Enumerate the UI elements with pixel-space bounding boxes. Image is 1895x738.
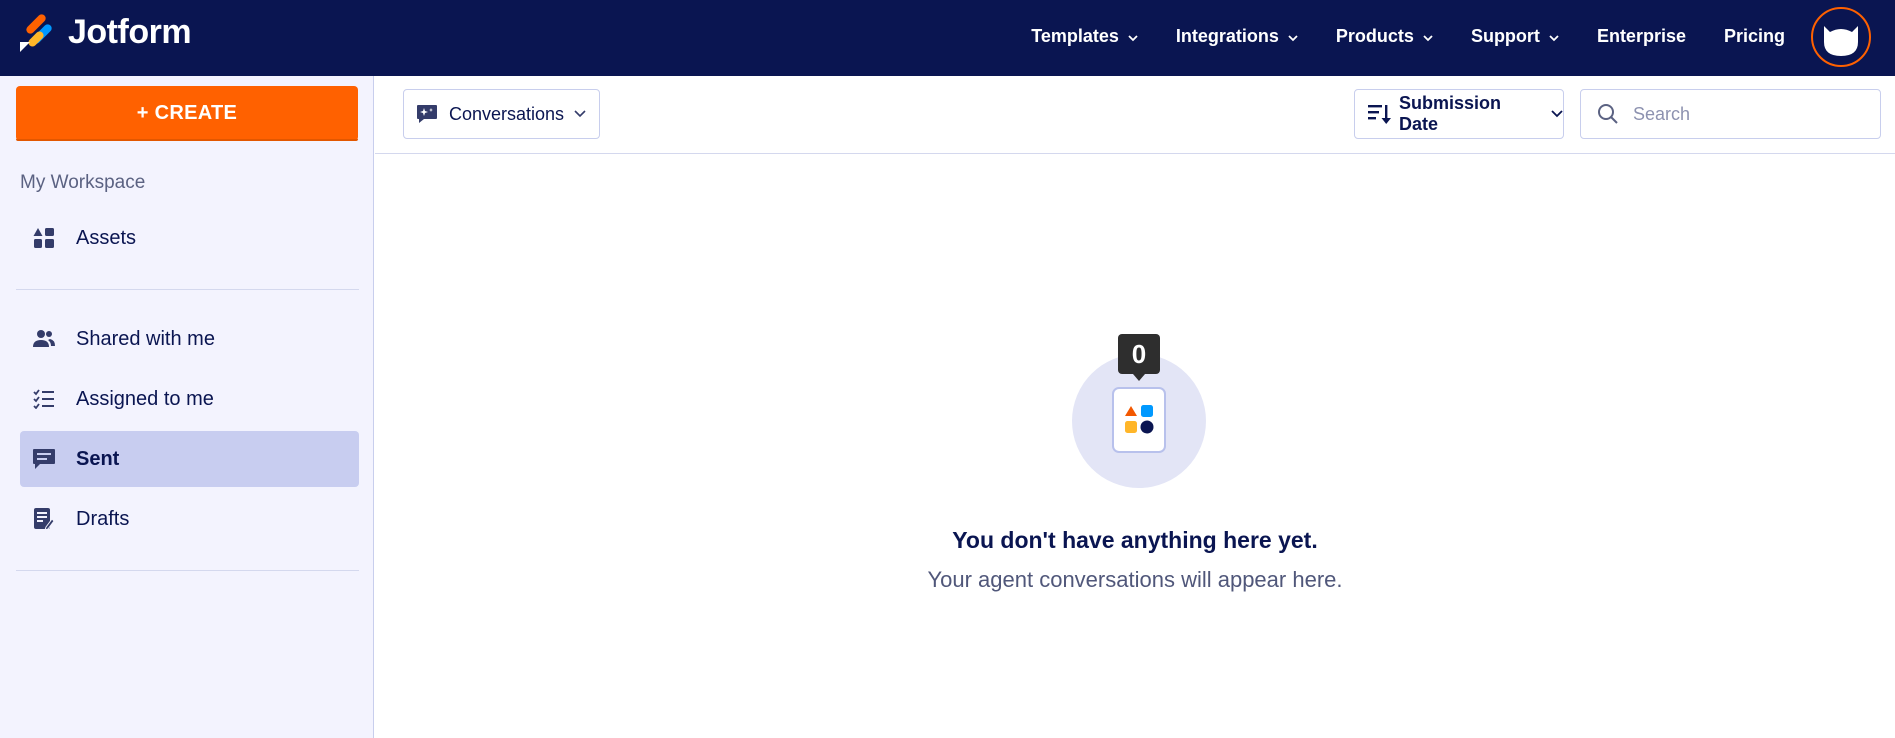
sidebar-divider <box>16 289 359 290</box>
nav-support[interactable]: Support <box>1471 26 1559 47</box>
user-avatar-button[interactable] <box>1811 7 1871 67</box>
chevron-down-icon <box>574 105 586 123</box>
nav-pricing-label: Pricing <box>1723 25 1785 46</box>
toolbar: Conversations Submission Date <box>375 76 1895 154</box>
nav-integrations-label: Integrations <box>1175 25 1279 46</box>
nav-enterprise[interactable]: Enterprise <box>1597 26 1686 47</box>
nav-support-label: Support <box>1470 25 1540 46</box>
nav-enterprise-label: Enterprise <box>1596 25 1686 46</box>
draft-icon <box>30 505 58 533</box>
jotform-logo-icon <box>18 13 52 52</box>
chevron-down-icon <box>1549 26 1559 47</box>
search-input[interactable] <box>1633 103 1853 125</box>
sidebar-item-label: Assets <box>76 226 137 249</box>
nav-templates[interactable]: Templates <box>1031 26 1138 47</box>
conversations-filter-dropdown[interactable]: Conversations <box>403 89 600 139</box>
chevron-down-icon <box>1423 26 1433 47</box>
sidebar-item-label: Sent <box>76 447 120 470</box>
chevron-down-icon <box>1288 26 1298 47</box>
sort-dropdown[interactable]: Submission Date <box>1354 89 1564 139</box>
nav-products[interactable]: Products <box>1336 26 1433 47</box>
count-badge: 0 <box>1118 334 1160 381</box>
search-icon <box>1597 103 1619 125</box>
empty-state-illustration: 0 <box>1072 334 1208 488</box>
empty-state: 0 You don't have anything here yet. Your… <box>375 154 1895 738</box>
brand-name: Jotform <box>68 13 192 51</box>
sidebar-item-label: Shared with me <box>76 327 215 350</box>
chat-icon <box>30 445 58 473</box>
conversations-filter-label: Conversations <box>449 103 565 124</box>
apps-icon <box>1112 387 1166 453</box>
sort-label: Submission Date <box>1399 93 1502 134</box>
ai-chat-icon <box>416 104 438 124</box>
user-avatar-icon <box>1824 26 1858 56</box>
sidebar-item-label: Assigned to me <box>76 387 214 410</box>
chevron-down-icon <box>1551 105 1563 123</box>
search-field[interactable] <box>1580 89 1881 139</box>
users-icon <box>30 325 58 353</box>
sidebar-item-label: Drafts <box>76 507 130 530</box>
sidebar-item-assets[interactable]: Assets <box>20 210 359 266</box>
nav-integrations[interactable]: Integrations <box>1176 26 1298 47</box>
checklist-icon <box>30 385 58 413</box>
sidebar-divider <box>16 570 359 571</box>
nav-products-label: Products <box>1335 25 1414 46</box>
top-navigation-bar: Jotform Templates Integrations Products … <box>0 0 1895 76</box>
main-nav: Templates Integrations Products Support … <box>993 0 1785 72</box>
sidebar-item-assigned-to-me[interactable]: Assigned to me <box>20 371 359 427</box>
sort-descending-icon <box>1367 103 1391 125</box>
create-button[interactable]: + CREATE <box>16 86 358 141</box>
empty-state-title: You don't have anything here yet. <box>952 527 1318 553</box>
nav-pricing[interactable]: Pricing <box>1724 26 1785 47</box>
brand-logo[interactable]: Jotform <box>18 13 192 52</box>
sidebar-item-drafts[interactable]: Drafts <box>20 491 359 547</box>
sidebar-item-sent[interactable]: Sent <box>20 431 359 487</box>
sidebar: + CREATE My Workspace Assets Shared with… <box>0 76 374 738</box>
sidebar-item-shared-with-me[interactable]: Shared with me <box>20 311 359 367</box>
empty-state-subtitle: Your agent conversations will appear her… <box>927 567 1343 592</box>
assets-icon <box>30 224 58 252</box>
chevron-down-icon <box>1128 26 1138 47</box>
nav-templates-label: Templates <box>1031 25 1119 46</box>
workspace-heading: My Workspace <box>20 172 146 193</box>
